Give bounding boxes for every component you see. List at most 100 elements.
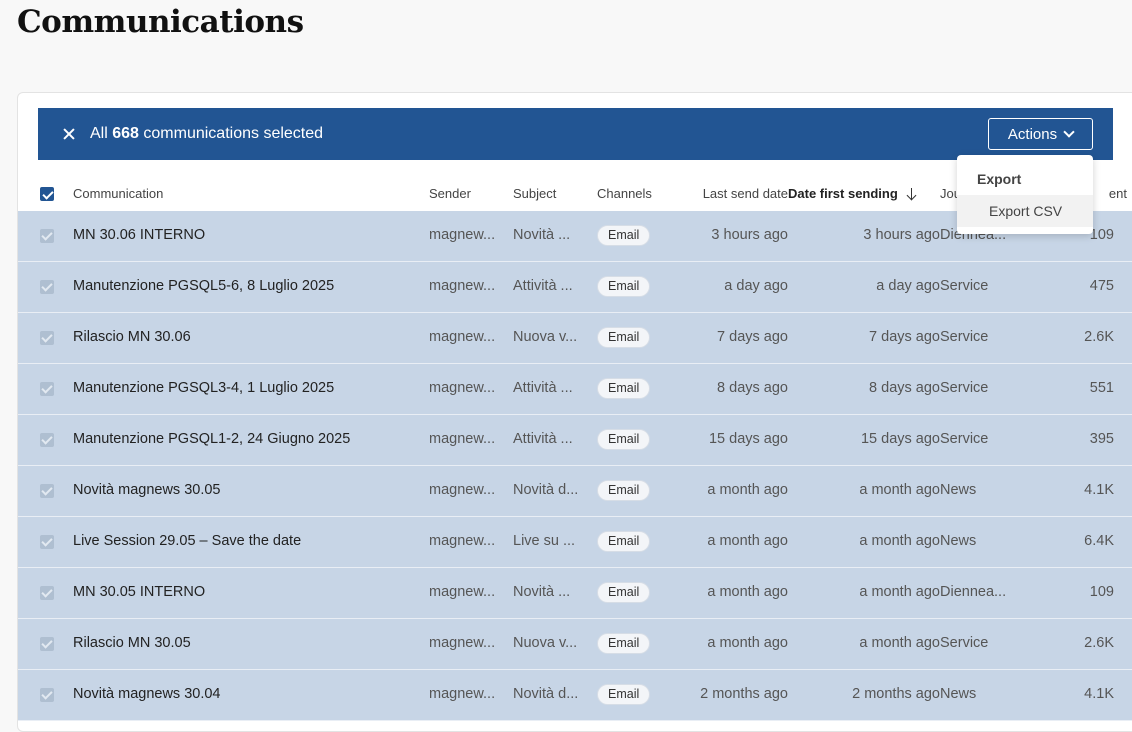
date-first-sending-cell: a month ago (859, 482, 940, 498)
journey-cell: Service (940, 329, 989, 345)
last-send-date-cell: 7 days ago (717, 329, 788, 345)
date-first-sending-cell: 8 days ago (869, 380, 940, 396)
selection-prefix: All (90, 125, 108, 142)
select-all-checkbox[interactable] (40, 187, 54, 201)
sent-count-cell: 4.1K (1084, 482, 1114, 498)
sender-cell: magnew... (429, 635, 496, 651)
channel-badge: Email (597, 480, 651, 501)
column-header-date-first-sending[interactable]: Date first sending (788, 186, 917, 201)
table-row[interactable]: Live Session 29.05 – Save the date magnew… (18, 517, 1132, 568)
last-send-date-cell: a day ago (724, 278, 788, 294)
communication-name[interactable]: Manutenzione PGSQL3-4, 1 Luglio 2025 (73, 380, 413, 396)
last-send-date-cell: a month ago (707, 635, 788, 651)
sent-count-cell: 475 (1089, 278, 1114, 294)
communication-name[interactable]: Rilascio MN 30.06 (73, 329, 413, 345)
actions-dropdown-menu: Export Export CSV (957, 155, 1093, 234)
table-body: MN 30.06 INTERNO magnew... Novità ... Email… (18, 211, 1132, 721)
selection-summary: All 668 communications selected (90, 125, 323, 143)
last-send-date-cell: a month ago (707, 584, 788, 600)
communication-name[interactable]: MN 30.06 INTERNO (73, 227, 413, 243)
row-checkbox[interactable] (40, 484, 54, 498)
date-first-sending-cell: 7 days ago (869, 329, 940, 345)
dropdown-group-export: Export (977, 171, 1022, 187)
row-checkbox[interactable] (40, 586, 54, 600)
sender-cell: magnew... (429, 584, 496, 600)
channel-badge: Email (597, 684, 651, 705)
channel-badge: Email (597, 429, 651, 450)
page-title: Communications (17, 4, 304, 40)
close-icon[interactable] (61, 126, 77, 142)
sent-count-cell: 551 (1089, 380, 1114, 396)
communication-name[interactable]: Live Session 29.05 – Save the date (73, 533, 413, 549)
last-send-date-cell: 15 days ago (708, 431, 788, 447)
row-checkbox[interactable] (40, 535, 54, 549)
sent-count-cell: 2.6K (1084, 329, 1114, 345)
last-send-date-cell: 8 days ago (717, 380, 788, 396)
row-checkbox[interactable] (40, 331, 54, 345)
table-row[interactable]: Rilascio MN 30.06 magnew... Nuova v... Emai… (18, 313, 1132, 364)
channel-badge: Email (597, 582, 651, 603)
channel-badge: Email (597, 225, 651, 246)
communication-name[interactable]: Manutenzione PGSQL5-6, 8 Luglio 2025 (73, 278, 413, 294)
subject-cell: Novità d... (513, 686, 579, 702)
table-row[interactable]: Novità magnews 30.05 magnew... Novità d...… (18, 466, 1132, 517)
journey-cell: News (940, 533, 977, 549)
row-checkbox[interactable] (40, 637, 54, 651)
communication-name[interactable]: MN 30.05 INTERNO (73, 584, 413, 600)
subject-cell: Novità ... (513, 227, 571, 243)
table-row[interactable]: MN 30.05 INTERNO magnew... Novità ... Email… (18, 568, 1132, 619)
export-csv-menu-item[interactable]: Export CSV (957, 195, 1093, 227)
communication-name[interactable]: Rilascio MN 30.05 (73, 635, 413, 651)
subject-cell: Nuova v... (513, 635, 578, 651)
last-send-date-cell: 2 months ago (700, 686, 788, 702)
journey-cell: News (940, 686, 977, 702)
row-checkbox[interactable] (40, 688, 54, 702)
communication-name[interactable]: Novità magnews 30.04 (73, 686, 413, 702)
actions-button-label: Actions (1007, 125, 1058, 143)
column-header-channels[interactable]: Channels (597, 186, 652, 201)
table-row[interactable]: Rilascio MN 30.05 magnew... Nuova v... Emai… (18, 619, 1132, 670)
last-send-date-cell: a month ago (707, 482, 788, 498)
row-checkbox[interactable] (40, 229, 54, 243)
journey-cell: Service (940, 431, 989, 447)
table-row[interactable]: Manutenzione PGSQL5-6, 8 Luglio 2025 magn… (18, 262, 1132, 313)
date-first-sending-cell: a month ago (859, 584, 940, 600)
subject-cell: Nuova v... (513, 329, 578, 345)
date-first-sending-cell: a day ago (876, 278, 940, 294)
sent-count-cell: 2.6K (1084, 635, 1114, 651)
column-header-sender[interactable]: Sender (429, 186, 471, 201)
sender-cell: magnew... (429, 431, 496, 447)
channel-badge: Email (597, 276, 651, 297)
communication-name[interactable]: Novità magnews 30.05 (73, 482, 413, 498)
sort-descending-icon (907, 188, 917, 200)
sender-cell: magnew... (429, 533, 496, 549)
selection-count: 668 (112, 125, 139, 142)
column-header-date-first-sending-label: Date first sending (788, 186, 898, 201)
column-header-subject[interactable]: Subject (513, 186, 556, 201)
sender-cell: magnew... (429, 482, 496, 498)
subject-cell: Attività ... (513, 278, 573, 294)
column-header-communication[interactable]: Communication (73, 186, 163, 201)
date-first-sending-cell: 15 days ago (860, 431, 940, 447)
last-send-date-cell: 3 hours ago (711, 227, 788, 243)
table-row[interactable]: Novità magnews 30.04 magnew... Novità d...… (18, 670, 1132, 721)
sender-cell: magnew... (429, 686, 496, 702)
sent-count-cell: 109 (1089, 584, 1114, 600)
date-first-sending-cell: a month ago (859, 635, 940, 651)
row-checkbox[interactable] (40, 433, 54, 447)
sent-count-cell: 4.1K (1084, 686, 1114, 702)
table-row[interactable]: Manutenzione PGSQL1-2, 24 Giugno 2025 mag… (18, 415, 1132, 466)
column-header-last-send-date[interactable]: Last send date (703, 186, 788, 201)
subject-cell: Live su ... (513, 533, 576, 549)
sent-count-cell: 6.4K (1084, 533, 1114, 549)
row-checkbox[interactable] (40, 280, 54, 294)
date-first-sending-cell: a month ago (859, 533, 940, 549)
sender-cell: magnew... (429, 278, 496, 294)
row-checkbox[interactable] (40, 382, 54, 396)
communication-name[interactable]: Manutenzione PGSQL1-2, 24 Giugno 2025 (73, 431, 413, 447)
column-header-sent[interactable]: ent (1109, 186, 1127, 201)
journey-cell: Service (940, 635, 989, 651)
table-row[interactable]: Manutenzione PGSQL3-4, 1 Luglio 2025 magn… (18, 364, 1132, 415)
actions-button[interactable]: Actions (988, 118, 1093, 150)
journey-cell: News (940, 482, 977, 498)
